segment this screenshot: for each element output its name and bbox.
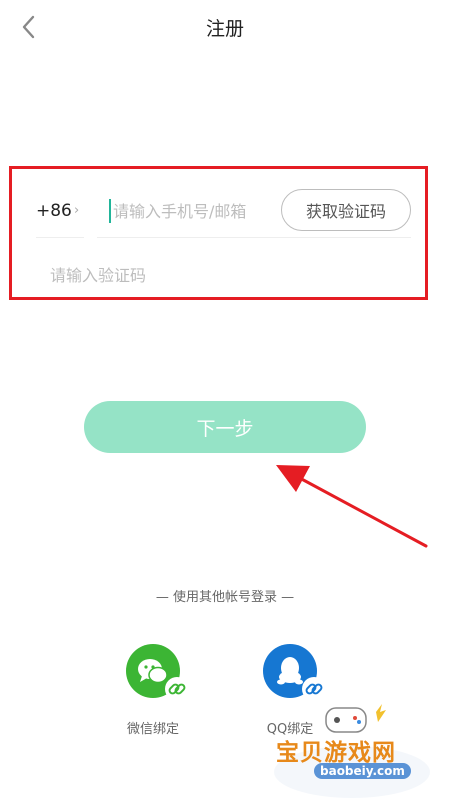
link-badge-icon xyxy=(302,677,326,701)
watermark-text: 宝贝游戏网 xyxy=(276,740,396,766)
annotation-arrow xyxy=(276,465,428,548)
qq-bind-button[interactable] xyxy=(263,644,326,701)
verification-code-input[interactable] xyxy=(50,262,350,288)
watermark-url: baobeiy.com xyxy=(314,763,411,779)
header: 注册 xyxy=(0,0,450,56)
qq-bind-label: QQ绑定 xyxy=(266,722,314,737)
next-step-button[interactable]: 下一步 xyxy=(84,401,366,453)
link-badge-icon xyxy=(165,677,189,701)
wechat-bind-button[interactable] xyxy=(126,644,189,701)
text-cursor xyxy=(109,199,111,223)
gamepad-logo-icon xyxy=(274,704,430,798)
phone-email-input[interactable] xyxy=(113,197,273,225)
other-login-title: — 使用其他帐号登录 — xyxy=(155,590,295,605)
page-title: 注册 xyxy=(205,18,244,40)
country-code-selector[interactable]: +86 › xyxy=(36,199,84,238)
wechat-bind-label: 微信绑定 xyxy=(126,722,179,737)
get-verification-code-button[interactable]: 获取验证码 xyxy=(281,189,411,231)
chevron-right-icon: › xyxy=(74,203,80,218)
country-code-value: +86 xyxy=(36,201,72,221)
watermark-logo: 宝贝游戏网 baobeiy.com xyxy=(264,700,450,800)
